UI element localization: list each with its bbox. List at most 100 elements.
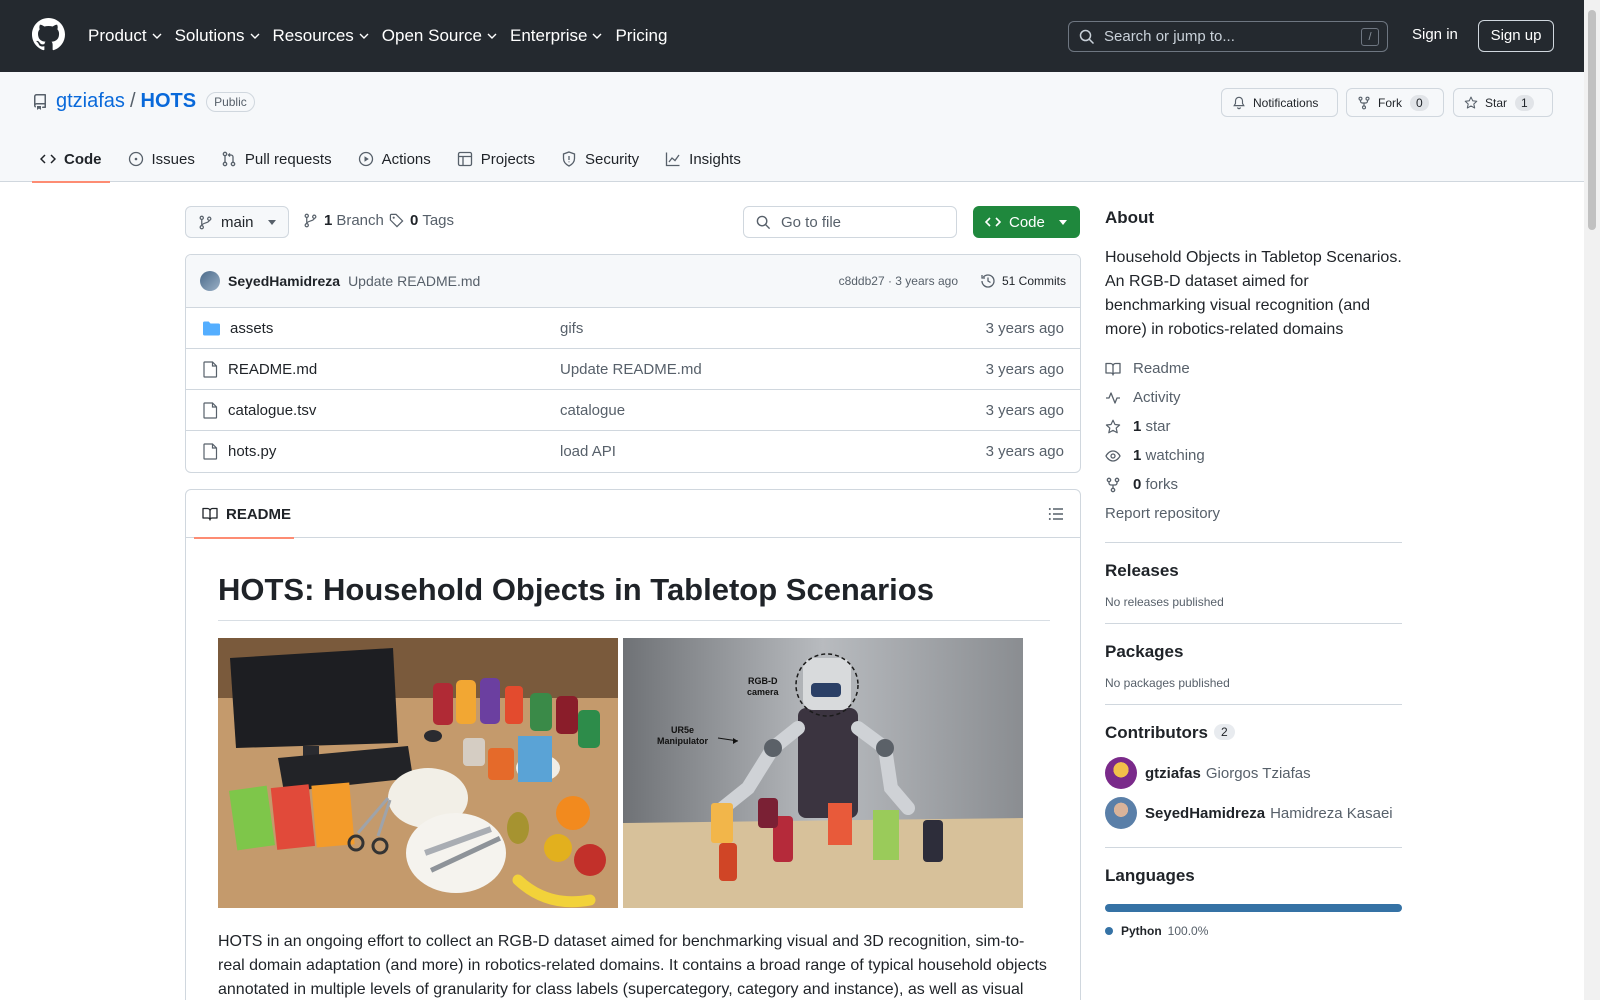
forks-count: 0	[1133, 476, 1142, 493]
code-dropdown-button[interactable]: Code	[973, 206, 1080, 238]
avatar[interactable]	[1105, 757, 1137, 789]
avatar[interactable]	[1105, 797, 1137, 829]
branch-selector[interactable]: main	[185, 206, 289, 238]
graph-icon	[666, 152, 680, 167]
star-button[interactable]: Star 1	[1453, 88, 1553, 117]
table-row[interactable]: hots.py load API 3 years ago	[186, 431, 1080, 472]
tab-pull-requests[interactable]: Pull requests	[213, 136, 340, 182]
nav-product[interactable]: Product	[88, 26, 162, 46]
shield-icon	[562, 151, 576, 167]
file-commit-message[interactable]: catalogue	[560, 402, 625, 419]
scrollbar-thumb[interactable]	[1588, 10, 1596, 230]
branch-icon	[304, 213, 317, 228]
chevron-down-icon	[152, 33, 162, 39]
packages-empty-text: No packages published	[1105, 676, 1230, 690]
nav-open-source[interactable]: Open Source	[382, 26, 497, 46]
contributor-item[interactable]: SeyedHamidreza Hamidreza Kasaei	[1105, 793, 1402, 833]
code-icon	[985, 217, 1001, 227]
readme-tab[interactable]: README	[194, 490, 294, 539]
contributor-login[interactable]: gtziafas	[1145, 765, 1201, 782]
tabletop-objects-illustration	[218, 638, 618, 908]
file-age: 3 years ago	[985, 360, 1064, 378]
branches-link[interactable]: 1 Branch	[303, 212, 384, 229]
global-header: Product Solutions Resources Open Source …	[0, 0, 1584, 72]
go-to-file-input[interactable]: Go to file	[743, 206, 957, 238]
contributor-item[interactable]: gtziafas Giorgos Tziafas	[1105, 753, 1402, 793]
global-search-input[interactable]: Search or jump to... /	[1068, 21, 1388, 52]
file-name-link[interactable]: README.md	[228, 361, 317, 378]
readme-image-robot: RGB-D camera UR5e Manipulator	[623, 638, 1023, 908]
file-age: 3 years ago	[985, 401, 1064, 419]
readme-link-label: Readme	[1133, 360, 1190, 377]
tab-issues[interactable]: Issues	[120, 136, 203, 182]
nav-open-source-label: Open Source	[381, 26, 482, 45]
notifications-button[interactable]: Notifications	[1221, 88, 1338, 117]
contributor-fullname: Giorgos Tziafas	[1205, 764, 1311, 782]
label-line: RGB-D	[748, 676, 778, 686]
commit-message-link[interactable]: Update README.md	[348, 273, 480, 289]
file-list: SeyedHamidreza Update README.md c8ddb27 …	[185, 254, 1081, 473]
file-commit-message[interactable]: Update README.md	[560, 361, 702, 378]
tab-issues-label: Issues	[151, 150, 195, 168]
about-links: Readme Activity 1 star 1 watching 0 fork…	[1105, 354, 1402, 528]
report-repository-link[interactable]: Report repository	[1105, 499, 1402, 528]
sign-in-link[interactable]: Sign in	[1412, 26, 1458, 43]
github-logo-icon[interactable]	[32, 18, 65, 51]
commit-hash-age[interactable]: c8ddb27 · 3 years ago	[839, 274, 958, 288]
commits-history-link[interactable]: 51 Commits	[980, 273, 1066, 289]
language-item[interactable]: Python 100.0%	[1105, 924, 1402, 938]
list-toc-icon[interactable]	[1048, 506, 1064, 522]
file-icon	[203, 443, 218, 460]
commit-author-link[interactable]: SeyedHamidreza	[228, 273, 340, 289]
tab-security[interactable]: Security	[553, 136, 647, 182]
tab-actions[interactable]: Actions	[350, 136, 439, 182]
file-commit-message[interactable]: load API	[560, 443, 616, 460]
fork-button[interactable]: Fork 0	[1346, 88, 1444, 117]
tab-projects[interactable]: Projects	[449, 136, 543, 182]
readme-tab-label: README	[226, 505, 292, 523]
table-row[interactable]: README.md Update README.md 3 years ago	[186, 349, 1080, 390]
tags-link[interactable]: 0 Tags	[389, 212, 454, 229]
nav-pricing[interactable]: Pricing	[615, 26, 667, 46]
page-scrollbar[interactable]	[1584, 0, 1600, 1000]
repo-name-link[interactable]: HOTS	[141, 90, 197, 113]
readme-link[interactable]: Readme	[1105, 354, 1402, 383]
contributor-login[interactable]: SeyedHamidreza	[1145, 805, 1265, 822]
contributors-heading[interactable]: Contributors 2	[1105, 723, 1402, 743]
branch-icon	[199, 215, 212, 229]
tab-code-label: Code	[64, 150, 102, 168]
branch-count: 1	[324, 212, 333, 229]
packages-heading[interactable]: Packages	[1105, 642, 1402, 662]
file-name-link[interactable]: catalogue.tsv	[228, 402, 316, 419]
caret-down-icon	[1058, 219, 1067, 225]
tab-code[interactable]: Code	[32, 136, 110, 183]
book-icon	[202, 507, 218, 521]
tab-insights[interactable]: Insights	[657, 136, 749, 182]
releases-heading[interactable]: Releases	[1105, 561, 1402, 581]
language-bar	[1105, 904, 1402, 912]
nav-solutions[interactable]: Solutions	[175, 26, 260, 46]
table-row[interactable]: catalogue.tsv catalogue 3 years ago	[186, 390, 1080, 431]
table-row[interactable]: assets gifs 3 years ago	[186, 308, 1080, 349]
activity-link[interactable]: Activity	[1105, 383, 1402, 412]
file-name-link[interactable]: hots.py	[228, 443, 276, 460]
nav-resources[interactable]: Resources	[273, 26, 369, 46]
forks-link[interactable]: 0 forks	[1105, 470, 1402, 499]
watching-count: 1	[1133, 447, 1142, 464]
stars-word: star	[1145, 418, 1171, 435]
label-rgbd-camera: RGB-D camera	[747, 676, 780, 697]
file-name-link[interactable]: assets	[230, 320, 273, 337]
stars-link[interactable]: 1 star	[1105, 412, 1402, 441]
nav-enterprise[interactable]: Enterprise	[510, 26, 602, 46]
repo-owner-link[interactable]: gtziafas	[56, 90, 125, 113]
visibility-badge: Public	[206, 91, 255, 112]
repo-title: gtziafas / HOTS Public	[56, 90, 255, 113]
avatar[interactable]	[200, 271, 220, 291]
sign-up-button[interactable]: Sign up	[1478, 20, 1554, 52]
star-icon	[1464, 96, 1478, 109]
file-commit-message[interactable]: gifs	[560, 320, 583, 337]
watching-link[interactable]: 1 watching	[1105, 441, 1402, 470]
branch-word: Branch	[336, 212, 384, 229]
readme-title: HOTS: Household Objects in Tabletop Scen…	[218, 572, 1050, 621]
divider	[1105, 542, 1402, 543]
